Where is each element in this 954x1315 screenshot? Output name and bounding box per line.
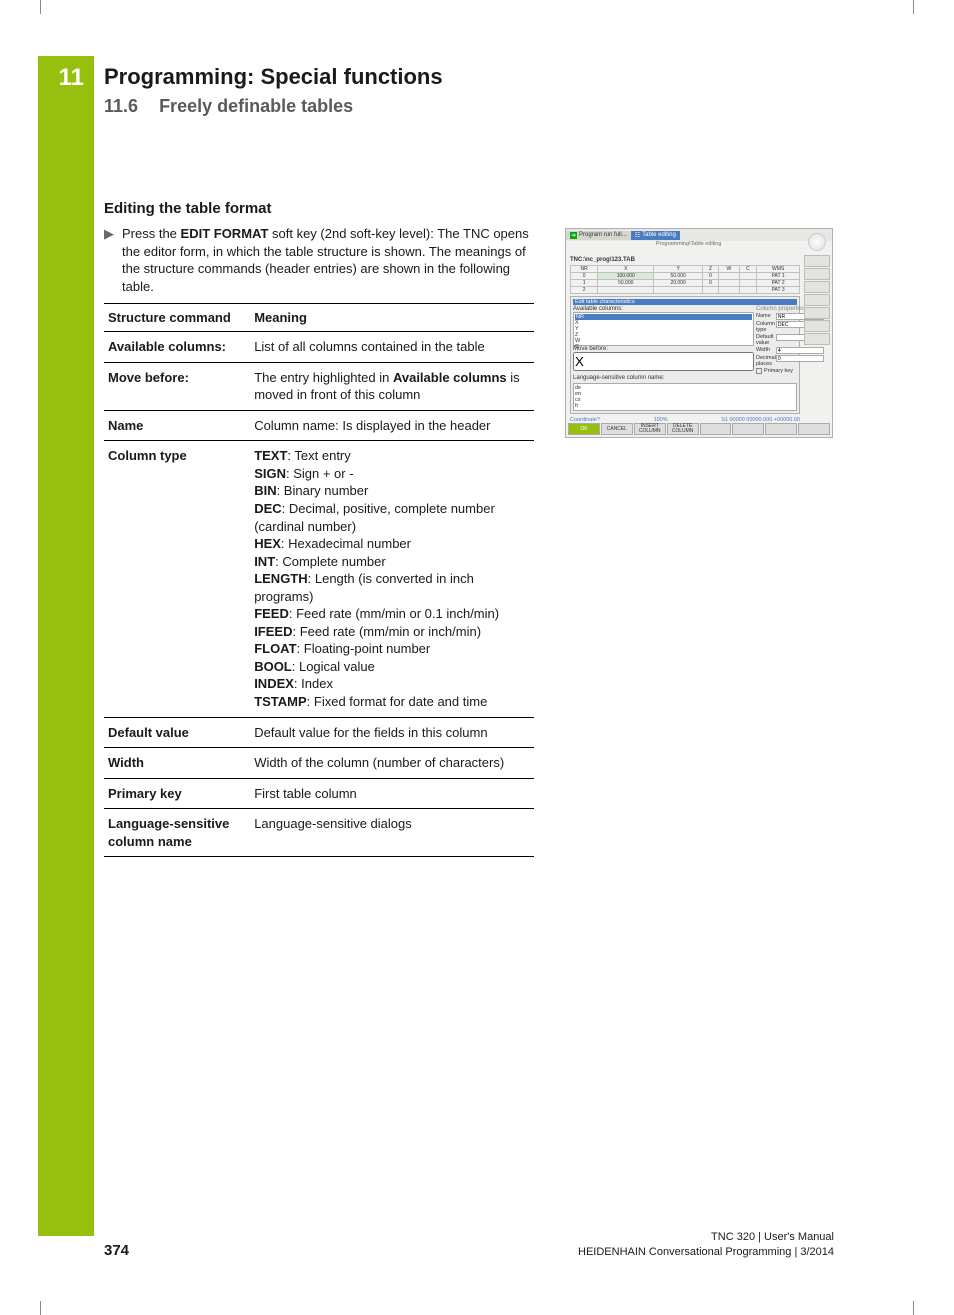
softkey-empty[interactable] [798, 423, 830, 435]
language-listbox[interactable]: de en cs fr [573, 383, 797, 411]
sidebar-button[interactable] [804, 255, 830, 267]
table-row: Name Column name: Is displayed in the he… [104, 410, 534, 441]
embedded-screenshot: ➔ Program run full... ☷ Table editing Pr… [565, 228, 833, 438]
bullet-item: ▶ Press the EDIT FORMAT soft key (2nd so… [104, 225, 534, 295]
move-before-input[interactable] [573, 352, 754, 371]
sidebar-button[interactable] [804, 333, 830, 345]
available-columns-list[interactable]: NR X Y Z W C [573, 312, 754, 346]
mode-tab-program-run[interactable]: ➔ Program run full... [566, 231, 631, 240]
bullet-text: Press the EDIT FORMAT soft key (2nd soft… [122, 225, 534, 295]
right-sidebar [804, 255, 830, 417]
table-row: Move before: The entry highlighted in Av… [104, 362, 534, 410]
footer-text: TNC 320 | User's Manual HEIDENHAIN Conve… [578, 1230, 834, 1259]
softkey-empty[interactable] [765, 423, 797, 435]
table-row: Width Width of the column (number of cha… [104, 748, 534, 779]
table-row: Language-sensitive column name Language-… [104, 809, 534, 857]
softkey-empty[interactable] [700, 423, 732, 435]
chapter-number: 11 [38, 64, 94, 92]
softkey-insert-column[interactable]: INSERT COLUMN [634, 423, 666, 435]
sidebar-button[interactable] [804, 320, 830, 332]
chapter-title: Programming: Special functions [104, 64, 864, 90]
table-row: Column type TEXT: Text entry SIGN: Sign … [104, 441, 534, 717]
lang-name-label: Language-sensitive column name: [573, 375, 797, 381]
section-title: Freely definable tables [159, 96, 353, 116]
sidebar-button[interactable] [804, 268, 830, 280]
table-row: Default value Default value for the fiel… [104, 717, 534, 748]
arrow-icon: ▶ [104, 225, 114, 295]
softkey-empty[interactable] [732, 423, 764, 435]
table-icon: ☷ [635, 232, 640, 239]
section-heading: 11.6 Freely definable tables [104, 96, 864, 117]
table-row: Available columns: List of all columns c… [104, 332, 534, 363]
table-row: Primary key First table column [104, 778, 534, 809]
sidebar-button[interactable] [804, 281, 830, 293]
softkey-cancel[interactable]: CANCEL [601, 423, 633, 435]
softkey-row: OK CANCEL INSERT COLUMN DELETE COLUMN [568, 423, 830, 435]
sidebar-button[interactable] [804, 294, 830, 306]
breadcrumb: Programming\Table editing [656, 241, 721, 247]
arrow-right-icon: ➔ [570, 232, 577, 239]
section-number: 11.6 [104, 96, 138, 116]
column-type-list: TEXT: Text entry SIGN: Sign + or - BIN: … [250, 441, 534, 717]
data-table[interactable]: NRXYZWCWMS 0100.00050.0000PAT 1 150.0002… [570, 265, 800, 294]
chapter-side-tab: 11 [38, 56, 94, 1236]
th-structure-command: Structure command [104, 304, 250, 332]
form-title: Edit table characteristics [573, 299, 797, 305]
checkbox-icon[interactable] [756, 368, 762, 374]
tnc-logo-icon [808, 233, 826, 251]
file-path: TNC:\nc_prog\123.TAB [570, 257, 800, 263]
th-meaning: Meaning [250, 304, 534, 332]
structure-table: Structure command Meaning Available colu… [104, 303, 534, 857]
softkey-ok[interactable]: OK [568, 423, 600, 435]
page-number: 374 [104, 1242, 129, 1259]
edit-form: Edit table characteristics Available col… [570, 296, 800, 414]
subheading: Editing the table format [104, 200, 534, 217]
softkey-delete-column[interactable]: DELETE COLUMN [667, 423, 699, 435]
sidebar-button[interactable] [804, 307, 830, 319]
mode-tab-table-editing[interactable]: ☷ Table editing [631, 231, 680, 240]
